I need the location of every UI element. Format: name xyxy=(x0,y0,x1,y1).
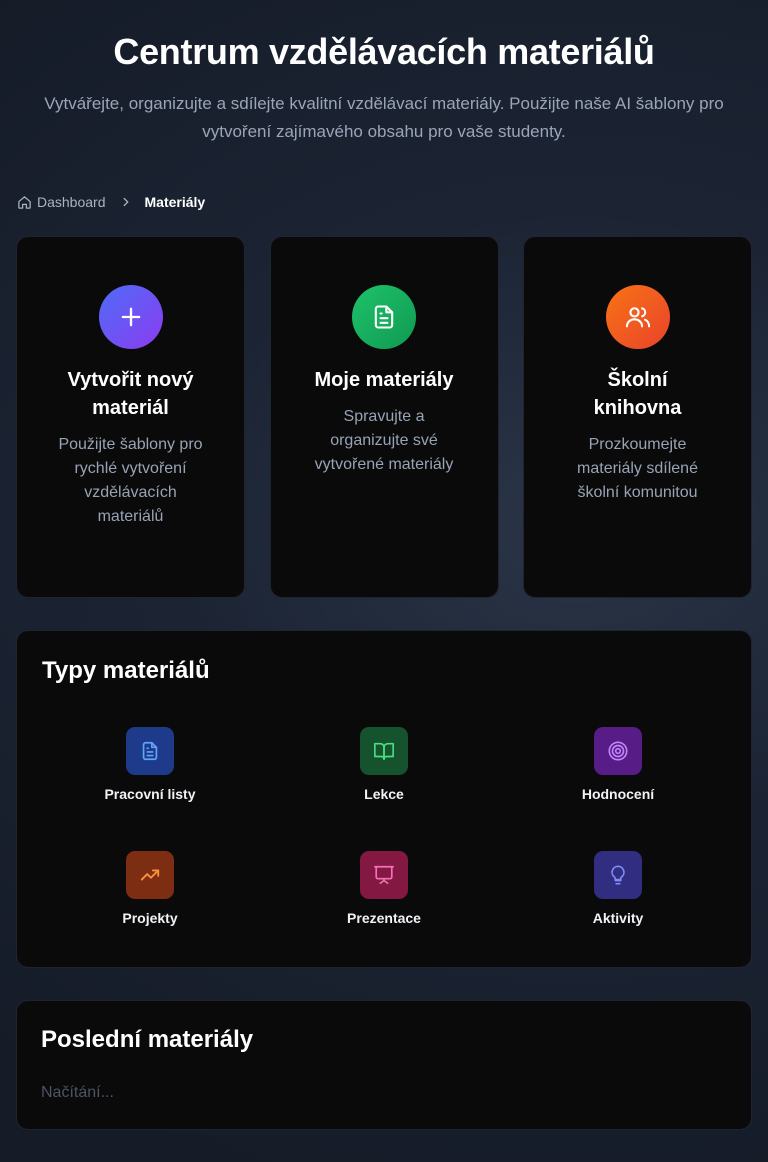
type-label: Pracovní listy xyxy=(104,786,196,802)
type-label: Aktivity xyxy=(592,910,644,926)
type-label: Projekty xyxy=(122,910,178,926)
create-material-card[interactable]: Vytvořit nový materiál Použijte šablony … xyxy=(16,236,245,598)
type-worksheets[interactable]: Pracovní listy xyxy=(33,727,267,851)
type-label: Hodnocení xyxy=(581,786,655,802)
users-icon xyxy=(605,285,670,349)
breadcrumb-dashboard-link[interactable]: Dashboard xyxy=(37,194,106,210)
chevron-right-icon xyxy=(119,195,133,209)
card-title: Vytvořit nový materiál xyxy=(67,369,194,419)
type-lessons[interactable]: Lekce xyxy=(267,727,501,851)
recent-materials-title: Poslední materiály xyxy=(41,1026,254,1053)
material-types-panel: Typy materiálů Pracovní listy Lekce Hodn… xyxy=(16,630,752,968)
material-types-grid: Pracovní listy Lekce Hodnocení Projekty … xyxy=(17,727,753,975)
trending-up-icon xyxy=(126,851,174,899)
loading-text: Načítání... xyxy=(41,1084,114,1101)
material-types-title: Typy materiálů xyxy=(42,657,210,684)
school-library-card[interactable]: Školní knihovna Prozkoumejte materiály s… xyxy=(523,236,752,598)
type-activities[interactable]: Aktivity xyxy=(501,851,735,975)
type-assessments[interactable]: Hodnocení xyxy=(501,727,735,851)
card-description: Použijte šablony pro rychlé vytvoření vz… xyxy=(58,436,203,525)
book-open-icon xyxy=(360,727,408,775)
page-header: Centrum vzdělávacích materiálů Vytvářejt… xyxy=(0,0,768,146)
document-icon xyxy=(126,727,174,775)
card-title: Školní knihovna xyxy=(593,369,682,419)
type-presentations[interactable]: Prezentace xyxy=(267,851,501,975)
card-title: Moje materiály xyxy=(314,369,454,391)
card-description: Spravujte a organizujte své vytvořené ma… xyxy=(314,408,454,473)
action-cards: Vytvořit nový materiál Použijte šablony … xyxy=(16,236,752,598)
breadcrumb: Dashboard Materiály xyxy=(17,192,205,212)
my-materials-card[interactable]: Moje materiály Spravujte a organizujte s… xyxy=(269,236,499,598)
plus-icon xyxy=(98,285,163,349)
type-label: Prezentace xyxy=(347,910,421,926)
document-icon xyxy=(352,285,416,349)
breadcrumb-current: Materiály xyxy=(144,194,206,210)
presentation-icon xyxy=(360,851,408,899)
page-subtitle: Vytvářejte, organizujte a sdílejte kvali… xyxy=(44,94,724,141)
page-title: Centrum vzdělávacích materiálů xyxy=(113,31,655,72)
lightbulb-icon xyxy=(594,851,642,899)
home-icon[interactable] xyxy=(17,195,32,210)
card-description: Prozkoumejte materiály sdílené školní ko… xyxy=(577,436,698,501)
recent-materials-panel: Poslední materiály Načítání... xyxy=(16,1000,752,1130)
type-projects[interactable]: Projekty xyxy=(33,851,267,975)
type-label: Lekce xyxy=(364,786,404,802)
target-icon xyxy=(594,727,642,775)
